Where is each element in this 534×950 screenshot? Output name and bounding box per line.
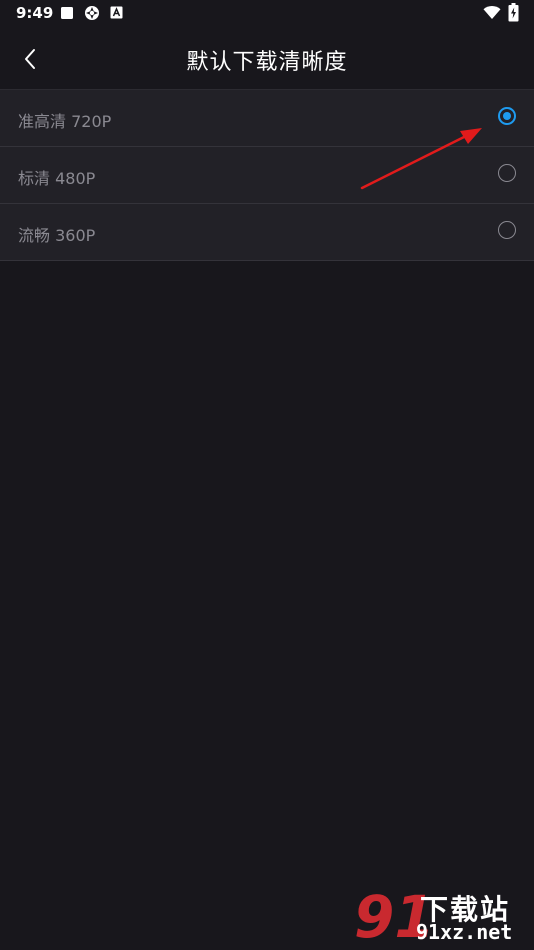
radio-unselected[interactable] bbox=[498, 221, 516, 239]
radio-selected[interactable] bbox=[498, 107, 516, 125]
status-time: 9:49 bbox=[16, 4, 54, 22]
status-bar: 9:49 bbox=[0, 0, 534, 28]
wifi-icon bbox=[483, 6, 501, 19]
watermark: 91 下载站 91xz.net bbox=[354, 888, 530, 948]
page-title: 默认下载清晰度 bbox=[186, 50, 348, 75]
radio-unselected[interactable] bbox=[498, 164, 516, 182]
app-header: 默认下载清晰度 bbox=[0, 28, 534, 88]
app-bird-icon bbox=[85, 6, 99, 20]
watermark-domain: 91xz.net bbox=[416, 920, 513, 944]
stop-square-icon bbox=[61, 7, 73, 19]
option-label: 标清 480P bbox=[18, 169, 96, 188]
option-label: 流畅 360P bbox=[18, 226, 96, 245]
screen: 9:49 默认下载清晰度 准高清 720P 标清 480P 流畅 360P 91… bbox=[0, 0, 534, 950]
option-360p[interactable]: 流畅 360P bbox=[0, 204, 534, 261]
battery-charging-icon bbox=[508, 3, 519, 22]
annotation-arrow bbox=[360, 128, 482, 190]
option-label: 准高清 720P bbox=[18, 112, 112, 131]
app-a-icon bbox=[110, 6, 123, 19]
